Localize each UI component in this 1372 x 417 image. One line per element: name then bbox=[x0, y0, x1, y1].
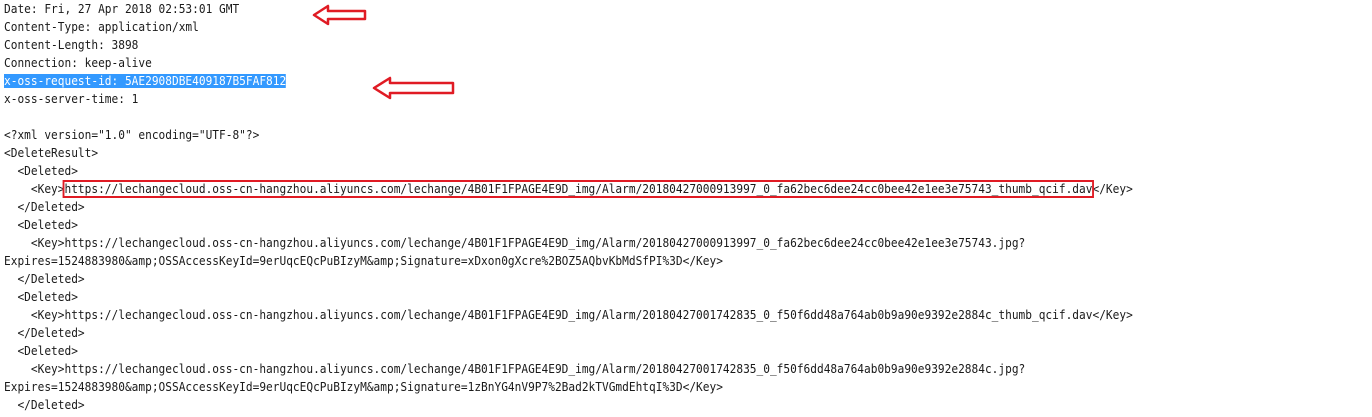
deleted-open: <Deleted> bbox=[4, 342, 78, 360]
key-open-tag: <Key> bbox=[30, 182, 65, 196]
left-arrow-annotation-icon bbox=[372, 76, 455, 100]
header-server-time: x-oss-server-time: 1 bbox=[4, 92, 139, 106]
header-request-id: x-oss-request-id: 5AE2908DBE409187B5FAF8… bbox=[4, 74, 287, 88]
deleted-close-tag: </Deleted> bbox=[17, 200, 85, 214]
key-line-4b: Expires=1524883980&amp;OSSAccessKeyId=9e… bbox=[4, 378, 723, 396]
deleted-open-tag: <Deleted> bbox=[17, 218, 78, 232]
deleted-open-tag: <Deleted> bbox=[17, 164, 78, 178]
deleted-open: <Deleted> bbox=[4, 288, 78, 306]
key-line-1: <Key>https://lechangecloud.oss-cn-hangzh… bbox=[4, 180, 1133, 198]
key-close-tag: </Key> bbox=[682, 254, 723, 268]
key-line-2a: <Key>https://lechangecloud.oss-cn-hangzh… bbox=[4, 234, 1025, 252]
key-4-value-part2: Expires=1524883980&amp;OSSAccessKeyId=9e… bbox=[4, 380, 683, 394]
key-open-tag: <Key> bbox=[30, 236, 65, 250]
key-2-value-part1: https://lechangecloud.oss-cn-hangzhou.al… bbox=[64, 236, 1026, 250]
xml-declaration: <?xml version="1.0" encoding="UTF-8"?> bbox=[4, 128, 260, 142]
key-line-3: <Key>https://lechangecloud.oss-cn-hangzh… bbox=[4, 306, 1133, 324]
key-close-tag: </Key> bbox=[682, 380, 723, 394]
left-arrow-annotation-icon bbox=[312, 4, 367, 26]
deleted-close: </Deleted> bbox=[4, 270, 85, 288]
deleted-open: <Deleted> bbox=[4, 216, 78, 234]
key-2-value-part2: Expires=1524883980&amp;OSSAccessKeyId=9e… bbox=[4, 254, 683, 268]
deleted-close-tag: </Deleted> bbox=[17, 398, 85, 412]
deleted-open: <Deleted> bbox=[4, 162, 78, 180]
header-content-type: Content-Type: application/xml bbox=[4, 20, 199, 34]
deleted-open-tag: <Deleted> bbox=[17, 290, 78, 304]
key-line-4a: <Key>https://lechangecloud.oss-cn-hangzh… bbox=[4, 360, 1025, 378]
deleted-close: </Deleted> bbox=[4, 324, 85, 342]
header-connection: Connection: keep-alive bbox=[4, 56, 152, 70]
key-close-tag: </Key> bbox=[1092, 308, 1133, 322]
key-3-value: https://lechangecloud.oss-cn-hangzhou.al… bbox=[64, 308, 1093, 322]
key-4-value-part1: https://lechangecloud.oss-cn-hangzhou.al… bbox=[64, 362, 1026, 376]
header-request-id-line: x-oss-request-id: 5AE2908DBE409187B5FAF8… bbox=[4, 72, 287, 90]
deleted-close: </Deleted> bbox=[4, 198, 85, 216]
key-open-tag: <Key> bbox=[30, 362, 65, 376]
deleted-close-tag: </Deleted> bbox=[17, 326, 85, 340]
key-1-value: https://lechangecloud.oss-cn-hangzhou.al… bbox=[62, 180, 1095, 198]
key-close-tag: </Key> bbox=[1092, 182, 1133, 196]
deleted-close-tag: </Deleted> bbox=[17, 272, 85, 286]
header-date: Date: Fri, 27 Apr 2018 02:53:01 GMT bbox=[4, 2, 240, 16]
header-content-length: Content-Length: 3898 bbox=[4, 38, 139, 52]
xml-root-open: <DeleteResult> bbox=[4, 146, 99, 160]
key-open-tag: <Key> bbox=[30, 308, 65, 322]
deleted-close: </Deleted> bbox=[4, 396, 85, 414]
deleted-open-tag: <Deleted> bbox=[17, 344, 78, 358]
key-line-2b: Expires=1524883980&amp;OSSAccessKeyId=9e… bbox=[4, 252, 723, 270]
